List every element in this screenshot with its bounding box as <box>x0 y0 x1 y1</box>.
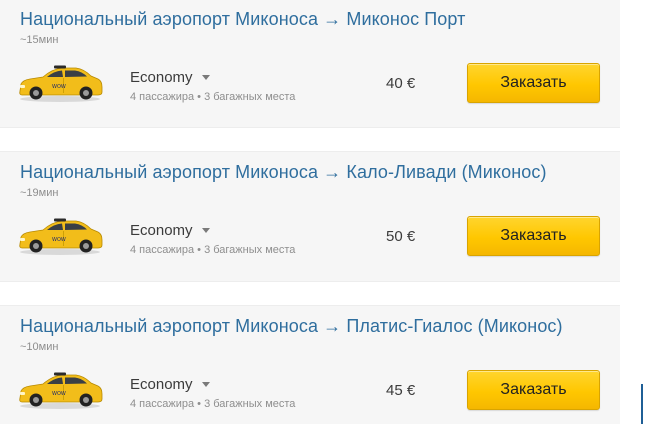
car-class-select[interactable]: Economy <box>130 69 210 86</box>
car-capacity: 4 пассажира • 3 багажных места <box>130 244 296 256</box>
transfer-card: Национальный аэропорт Миконоса → Кало-Ли… <box>0 151 620 282</box>
order-button[interactable]: Заказать <box>467 63 600 103</box>
svg-text:WOW: WOW <box>52 391 66 397</box>
car-class-label: Economy <box>130 376 193 393</box>
scrollbar-edge[interactable] <box>641 384 643 424</box>
svg-text:WOW: WOW <box>52 237 66 243</box>
route-title[interactable]: Национальный аэропорт Миконоса → Платис-… <box>20 316 563 337</box>
trip-duration: ~19мин <box>20 187 59 199</box>
price: 45 € <box>386 382 416 399</box>
route-title[interactable]: Национальный аэропорт Миконоса → Миконос… <box>20 9 465 30</box>
car-class-select[interactable]: Economy <box>130 376 210 393</box>
transfer-card: Национальный аэропорт Миконоса → Миконос… <box>0 0 620 128</box>
caret-down-icon <box>201 227 210 233</box>
car-capacity: 4 пассажира • 3 багажных места <box>130 91 296 103</box>
price: 40 € <box>386 75 416 92</box>
trip-duration: ~10мин <box>20 341 59 353</box>
transfer-list: Национальный аэропорт Миконоса → Миконос… <box>0 0 650 424</box>
caret-down-icon <box>201 381 210 387</box>
transfer-card: Национальный аэропорт Миконоса → Платис-… <box>0 305 620 424</box>
trip-duration: ~15мин <box>20 34 59 46</box>
car-capacity: 4 пассажира • 3 багажных места <box>130 398 296 410</box>
car-class-label: Economy <box>130 222 193 239</box>
route-title[interactable]: Национальный аэропорт Миконоса → Кало-Ли… <box>20 162 547 183</box>
price: 50 € <box>386 228 416 245</box>
taxi-car-icon: WOW <box>16 368 104 410</box>
car-class-label: Economy <box>130 69 193 86</box>
order-button[interactable]: Заказать <box>467 370 600 410</box>
caret-down-icon <box>201 74 210 80</box>
car-class-select[interactable]: Economy <box>130 222 210 239</box>
order-button[interactable]: Заказать <box>467 216 600 256</box>
taxi-car-icon: WOW <box>16 214 104 256</box>
svg-text:WOW: WOW <box>52 84 66 90</box>
taxi-car-icon: WOW <box>16 61 104 103</box>
